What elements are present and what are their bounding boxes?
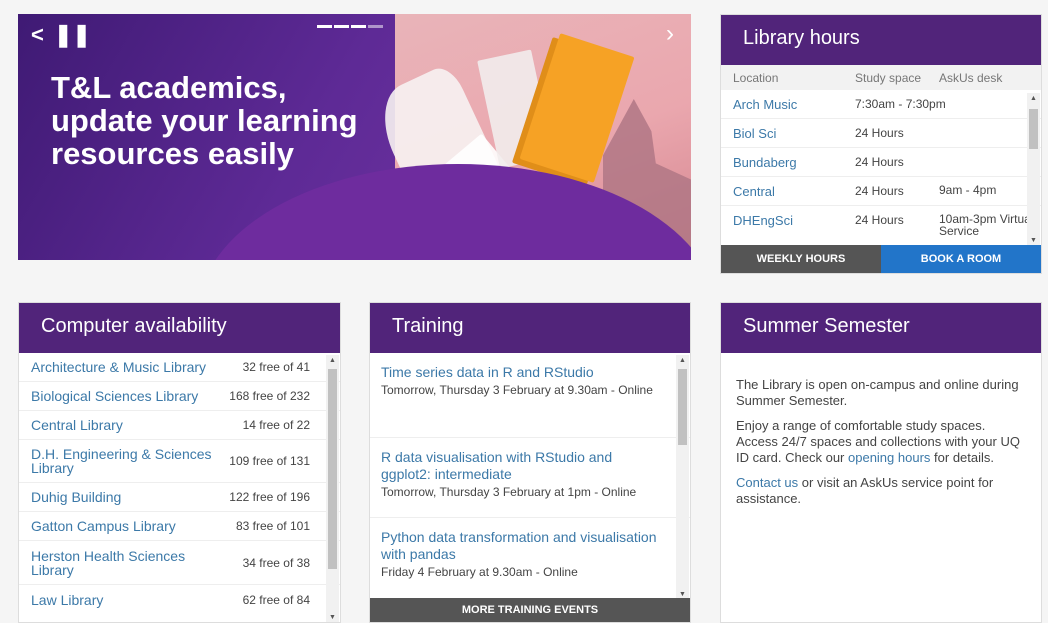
computer-list: Architecture & Music Library 32 free of … bbox=[19, 353, 340, 615]
scroll-thumb[interactable] bbox=[1029, 109, 1038, 149]
training-event-details: Friday 4 February at 9.30am - Online bbox=[381, 565, 578, 579]
list-item: Python data transformation and visualisa… bbox=[370, 518, 690, 598]
study-space-hours: 24 Hours bbox=[855, 155, 904, 169]
scroll-up-icon[interactable]: ▲ bbox=[329, 357, 336, 364]
training-event-details: Tomorrow, Thursday 3 February at 9.30am … bbox=[381, 383, 653, 397]
training-scrollbar[interactable]: ▲ ▼ bbox=[676, 355, 689, 600]
summer-semester-title: Summer Semester bbox=[721, 303, 1041, 353]
library-link[interactable]: Gatton Campus Library bbox=[31, 519, 176, 533]
study-space-hours: 24 Hours bbox=[855, 126, 904, 140]
slide-indicator[interactable] bbox=[351, 25, 366, 28]
computer-availability-title: Computer availability bbox=[19, 303, 340, 353]
scroll-down-icon[interactable]: ▼ bbox=[1030, 237, 1037, 244]
library-link[interactable]: Architecture & Music Library bbox=[31, 360, 206, 374]
column-study-space: Study space bbox=[855, 70, 922, 85]
slide-indicators bbox=[317, 25, 383, 28]
study-space-hours: 24 Hours bbox=[855, 184, 904, 198]
location-link[interactable]: Bundaberg bbox=[733, 155, 855, 170]
list-item: Biological Sciences Library 168 free of … bbox=[19, 382, 340, 411]
slide-indicator-active[interactable] bbox=[368, 25, 383, 28]
askus-hours: 9am - 4pm bbox=[939, 183, 997, 197]
askus-hours: 10am-3pm Virtual Service bbox=[939, 212, 1034, 238]
library-link[interactable]: D.H. Engineering & Sciences Library bbox=[31, 447, 221, 475]
column-askus-desk: AskUs desk bbox=[939, 70, 1003, 85]
table-row: Arch Music 7:30am - 7:30pm bbox=[721, 90, 1041, 119]
training-event-link[interactable]: Time series data in R and RStudio bbox=[381, 364, 664, 381]
summer-semester-body: The Library is open on-campus and online… bbox=[721, 353, 1041, 507]
list-item: Gatton Campus Library 83 free of 101 bbox=[19, 512, 340, 541]
prev-slide-icon[interactable]: < bbox=[31, 22, 44, 48]
library-link[interactable]: Duhig Building bbox=[31, 490, 121, 504]
training-event-link[interactable]: R data visualisation with RStudio and gg… bbox=[381, 449, 664, 483]
pause-icon[interactable]: ❚❚ bbox=[54, 22, 91, 48]
library-hours-panel: Library hours Location Study space AskUs… bbox=[720, 14, 1042, 274]
contact-us-link[interactable]: Contact us bbox=[736, 475, 798, 490]
scroll-thumb[interactable] bbox=[678, 369, 687, 445]
scroll-up-icon[interactable]: ▲ bbox=[1030, 95, 1037, 102]
library-link[interactable]: Biological Sciences Library bbox=[31, 389, 198, 403]
study-space-hours: 24 Hours bbox=[855, 213, 904, 227]
table-row: Bundaberg 24 Hours bbox=[721, 148, 1041, 177]
list-item: Herston Health Sciences Library 34 free … bbox=[19, 541, 340, 585]
summer-paragraph: The Library is open on-campus and online… bbox=[736, 377, 1019, 408]
table-row: Central 24 Hours 9am - 4pm bbox=[721, 177, 1041, 206]
list-item: D.H. Engineering & Sciences Library 109 … bbox=[19, 440, 340, 483]
scroll-thumb[interactable] bbox=[328, 369, 337, 569]
hours-table: Arch Music 7:30am - 7:30pm Biol Sci 24 H… bbox=[721, 90, 1041, 238]
availability-count: 32 free of 41 bbox=[242, 360, 310, 374]
more-training-events-button[interactable]: MORE TRAINING EVENTS bbox=[370, 598, 690, 622]
location-link[interactable]: Central bbox=[733, 184, 855, 199]
computers-scrollbar[interactable]: ▲ ▼ bbox=[326, 355, 339, 622]
library-link[interactable]: Herston Health Sciences Library bbox=[31, 549, 211, 577]
list-item: Duhig Building 122 free of 196 bbox=[19, 483, 340, 512]
book-a-room-button[interactable]: BOOK A ROOM bbox=[881, 245, 1041, 273]
location-link[interactable]: DHEngSci bbox=[733, 213, 855, 228]
library-hours-title: Library hours bbox=[721, 15, 1041, 65]
scroll-up-icon[interactable]: ▲ bbox=[679, 357, 686, 364]
scroll-down-icon[interactable]: ▼ bbox=[679, 591, 686, 598]
library-link[interactable]: Central Library bbox=[31, 418, 123, 432]
summer-text: for details. bbox=[934, 450, 995, 465]
availability-count: 34 free of 38 bbox=[242, 555, 310, 570]
summer-paragraph: Contact us or visit an AskUs service poi… bbox=[736, 475, 1027, 507]
availability-count: 168 free of 232 bbox=[229, 389, 310, 403]
training-panel: Training Time series data in R and RStud… bbox=[369, 302, 691, 623]
hours-scrollbar[interactable]: ▲ ▼ bbox=[1027, 93, 1040, 246]
training-actions: MORE TRAINING EVENTS bbox=[370, 598, 690, 622]
table-row: Biol Sci 24 Hours bbox=[721, 119, 1041, 148]
availability-count: 62 free of 84 bbox=[242, 593, 310, 607]
list-item: Central Library 14 free of 22 bbox=[19, 411, 340, 440]
slide-indicator[interactable] bbox=[334, 25, 349, 28]
location-link[interactable]: Biol Sci bbox=[733, 126, 855, 141]
training-list: Time series data in R and RStudio Tomorr… bbox=[370, 353, 690, 598]
opening-hours-link[interactable]: opening hours bbox=[848, 450, 930, 465]
availability-count: 109 free of 131 bbox=[229, 454, 310, 468]
list-item: Architecture & Music Library 32 free of … bbox=[19, 353, 340, 382]
availability-count: 14 free of 22 bbox=[242, 418, 310, 432]
availability-count: 122 free of 196 bbox=[229, 490, 310, 504]
hours-table-header: Location Study space AskUs desk bbox=[721, 65, 1041, 90]
weekly-hours-button[interactable]: WEEKLY HOURS bbox=[721, 245, 881, 273]
summer-semester-panel: Summer Semester The Library is open on-c… bbox=[720, 302, 1042, 623]
slide-indicator[interactable] bbox=[317, 25, 332, 28]
training-title: Training bbox=[370, 303, 690, 353]
next-slide-icon[interactable]: › bbox=[666, 20, 674, 48]
list-item: Time series data in R and RStudio Tomorr… bbox=[370, 353, 690, 438]
scroll-down-icon[interactable]: ▼ bbox=[329, 614, 336, 621]
table-row: DHEngSci 24 Hours 10am-3pm Virtual Servi… bbox=[721, 206, 1041, 238]
hero-headline[interactable]: T&L academics, update your learning reso… bbox=[51, 71, 391, 170]
column-location: Location bbox=[733, 70, 779, 85]
availability-count: 83 free of 101 bbox=[235, 519, 310, 533]
library-link[interactable]: Law Library bbox=[31, 593, 103, 607]
list-item: R data visualisation with RStudio and gg… bbox=[370, 438, 690, 518]
hero-carousel[interactable]: T&L academics, update your learning reso… bbox=[18, 14, 691, 260]
summer-paragraph: Enjoy a range of comfortable study space… bbox=[736, 418, 1027, 466]
training-event-link[interactable]: Python data transformation and visualisa… bbox=[381, 529, 664, 563]
study-space-hours: 7:30am - 7:30pm bbox=[855, 97, 946, 111]
hours-actions: WEEKLY HOURS BOOK A ROOM bbox=[721, 245, 1041, 273]
location-link[interactable]: Arch Music bbox=[733, 97, 855, 112]
list-item: Law Library 62 free of 84 bbox=[19, 585, 340, 615]
computer-availability-panel: Computer availability Architecture & Mus… bbox=[18, 302, 341, 623]
training-event-details: Tomorrow, Thursday 3 February at 1pm - O… bbox=[381, 485, 637, 499]
